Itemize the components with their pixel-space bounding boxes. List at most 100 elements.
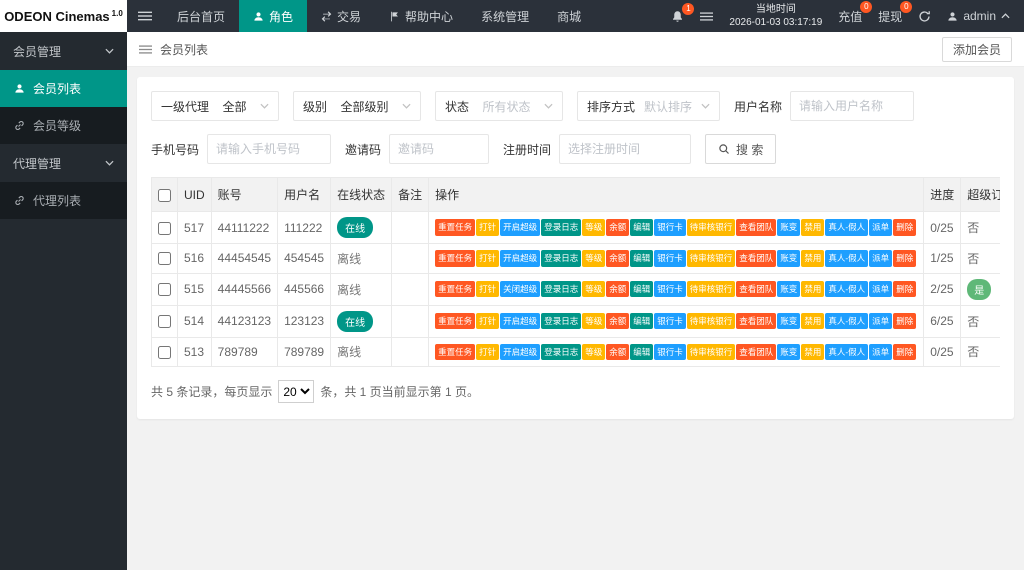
action-button[interactable]: 派单 (869, 312, 893, 330)
recharge-button[interactable]: 充值 0 (838, 0, 873, 25)
action-button[interactable]: 余额 (606, 280, 630, 298)
action-button[interactable]: 查看团队 (736, 219, 777, 236)
action-button[interactable]: 账变 (777, 312, 801, 330)
action-button[interactable]: 真人-假人 (825, 219, 869, 236)
menu-icon[interactable] (700, 10, 714, 23)
search-button[interactable]: 搜 索 (705, 134, 777, 164)
action-button[interactable]: 账变 (777, 219, 801, 236)
action-button[interactable]: 登录日志 (541, 312, 582, 330)
nav-item-help-center[interactable]: 帮助中心 (375, 0, 467, 32)
action-button[interactable]: 开启超级 (500, 312, 541, 330)
notification-bell[interactable]: 1 (671, 2, 695, 23)
action-button[interactable]: 银行卡 (654, 343, 686, 360)
action-button[interactable]: 编辑 (630, 312, 654, 330)
action-button[interactable]: 查看团队 (736, 343, 777, 360)
action-button[interactable]: 派单 (869, 343, 893, 360)
sidebar-item-agent-list[interactable]: 代理列表 (0, 182, 127, 219)
action-button[interactable]: 编辑 (630, 343, 654, 360)
action-button[interactable]: 打针 (476, 343, 500, 360)
nav-item-role[interactable]: 角色 (239, 0, 308, 32)
action-button[interactable]: 账变 (777, 250, 801, 267)
action-button[interactable]: 银行卡 (654, 312, 686, 330)
action-button[interactable]: 编辑 (630, 250, 654, 267)
action-button[interactable]: 账变 (777, 343, 801, 360)
user-menu[interactable]: admin (947, 9, 1010, 23)
per-page-select[interactable]: 20 (278, 380, 315, 403)
action-button[interactable]: 待审核银行 (686, 312, 736, 330)
action-button[interactable]: 真人-假人 (825, 343, 869, 360)
action-button[interactable]: 删除 (893, 312, 917, 330)
row-checkbox[interactable] (158, 221, 171, 235)
action-button[interactable]: 禁用 (801, 219, 825, 236)
action-button[interactable]: 查看团队 (736, 312, 777, 330)
action-button[interactable]: 登录日志 (541, 343, 582, 360)
nav-item-mall[interactable]: 商城 (543, 0, 595, 32)
collapse-sidebar-icon[interactable] (127, 0, 163, 32)
username-input[interactable] (790, 91, 915, 121)
action-button[interactable]: 余额 (606, 343, 630, 360)
action-button[interactable]: 银行卡 (654, 280, 686, 298)
withdraw-button[interactable]: 提现 0 (878, 0, 913, 25)
sidebar-item-member-list[interactable]: 会员列表 (0, 70, 127, 107)
action-button[interactable]: 打针 (476, 280, 500, 298)
phone-input[interactable] (207, 134, 332, 164)
action-button[interactable]: 等级 (582, 312, 606, 330)
action-button[interactable]: 禁用 (801, 312, 825, 330)
invite-code-input[interactable] (389, 134, 490, 164)
action-button[interactable]: 派单 (869, 280, 893, 298)
action-button[interactable]: 编辑 (630, 280, 654, 298)
action-button[interactable]: 重置任务 (435, 250, 476, 267)
agent-filter-select[interactable]: 一级代理 全部 (151, 91, 279, 121)
action-button[interactable]: 禁用 (801, 250, 825, 267)
add-member-button[interactable]: 添加会员 (941, 36, 1012, 62)
action-button[interactable]: 待审核银行 (686, 280, 736, 298)
action-button[interactable]: 打针 (476, 312, 500, 330)
action-button[interactable]: 派单 (869, 250, 893, 267)
nav-item-trade[interactable]: 交易 (307, 0, 375, 32)
action-button[interactable]: 待审核银行 (686, 343, 736, 360)
action-button[interactable]: 打针 (476, 250, 500, 267)
action-button[interactable]: 禁用 (801, 343, 825, 360)
action-button[interactable]: 真人-假人 (825, 280, 869, 298)
action-button[interactable]: 重置任务 (435, 280, 476, 298)
action-button[interactable]: 开启超级 (500, 250, 541, 267)
action-button[interactable]: 关闭超级 (500, 280, 541, 298)
action-button[interactable]: 删除 (893, 250, 917, 267)
action-button[interactable]: 登录日志 (541, 219, 582, 236)
action-button[interactable]: 删除 (893, 280, 917, 298)
action-button[interactable]: 余额 (606, 312, 630, 330)
action-button[interactable]: 账变 (777, 280, 801, 298)
action-button[interactable]: 查看团队 (736, 280, 777, 298)
action-button[interactable]: 编辑 (630, 219, 654, 236)
sidebar-item-member-management[interactable]: 会员管理 (0, 32, 127, 70)
action-button[interactable]: 删除 (893, 343, 917, 360)
action-button[interactable]: 重置任务 (435, 343, 476, 360)
action-button[interactable]: 派单 (869, 219, 893, 236)
sidebar-item-member-level[interactable]: 会员等级 (0, 107, 127, 144)
action-button[interactable]: 等级 (582, 219, 606, 236)
select-all-checkbox[interactable] (158, 188, 171, 202)
action-button[interactable]: 重置任务 (435, 312, 476, 330)
action-button[interactable]: 等级 (582, 343, 606, 360)
action-button[interactable]: 待审核银行 (686, 219, 736, 236)
action-button[interactable]: 等级 (582, 250, 606, 267)
nav-item-system-management[interactable]: 系统管理 (467, 0, 543, 32)
sort-filter-select[interactable]: 排序方式 默认排序 (577, 91, 721, 121)
level-filter-select[interactable]: 级别 全部级别 (293, 91, 421, 121)
action-button[interactable]: 登录日志 (541, 250, 582, 267)
action-button[interactable]: 开启超级 (500, 219, 541, 236)
row-checkbox[interactable] (158, 283, 171, 297)
action-button[interactable]: 等级 (582, 280, 606, 298)
action-button[interactable]: 登录日志 (541, 280, 582, 298)
action-button[interactable]: 余额 (606, 250, 630, 267)
action-button[interactable]: 银行卡 (654, 219, 686, 236)
row-checkbox[interactable] (158, 345, 171, 359)
action-button[interactable]: 开启超级 (500, 343, 541, 360)
action-button[interactable]: 真人-假人 (825, 312, 869, 330)
refresh-icon[interactable] (918, 10, 931, 23)
action-button[interactable]: 删除 (893, 219, 917, 236)
action-button[interactable]: 真人-假人 (825, 250, 869, 267)
action-button[interactable]: 银行卡 (654, 250, 686, 267)
action-button[interactable]: 重置任务 (435, 219, 476, 236)
nav-item-home[interactable]: 后台首页 (163, 0, 239, 32)
